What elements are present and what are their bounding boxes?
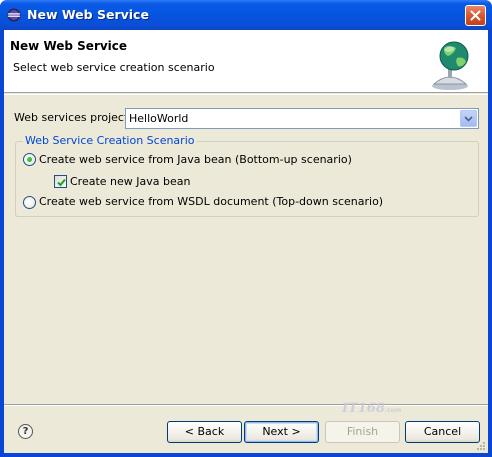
- dialog-body: New Web Service Select web service creat…: [4, 30, 488, 453]
- watermark-logo: IT168.com: [342, 401, 412, 419]
- help-button[interactable]: ?: [18, 424, 33, 439]
- project-label: Web services project:: [14, 111, 132, 124]
- chevron-down-icon: [464, 116, 473, 122]
- dialog-window: New Web Service New Web Service Select w…: [0, 0, 492, 457]
- title-bar[interactable]: New Web Service: [0, 0, 492, 30]
- web-service-globe-icon: [424, 36, 480, 92]
- banner-separator: [4, 94, 488, 95]
- footer-separator-highlight: [4, 405, 488, 406]
- create-java-bean-checkbox[interactable]: [54, 175, 67, 188]
- resize-grip-icon[interactable]: [475, 440, 486, 451]
- close-icon: [470, 10, 481, 21]
- scenario-group-legend: Web Service Creation Scenario: [23, 134, 197, 147]
- create-java-bean-label[interactable]: Create new Java bean: [70, 175, 190, 188]
- finish-button[interactable]: Finish: [325, 421, 400, 443]
- radio-selected-dot: [27, 157, 32, 162]
- banner-title: New Web Service: [10, 39, 128, 53]
- bottom-up-radio[interactable]: [23, 153, 36, 166]
- top-down-label[interactable]: Create web service from WSDL document (T…: [39, 195, 383, 208]
- banner-description: Select web service creation scenario: [13, 61, 215, 74]
- bottom-up-label[interactable]: Create web service from Java bean (Botto…: [39, 153, 352, 166]
- watermark-text: IT168: [342, 401, 385, 416]
- help-icon: ?: [22, 426, 29, 437]
- checkmark-icon: [57, 178, 66, 187]
- project-value: HelloWorld: [129, 112, 189, 125]
- top-down-radio[interactable]: [23, 196, 36, 209]
- cancel-button[interactable]: Cancel: [405, 421, 480, 443]
- next-button[interactable]: Next >: [244, 421, 319, 443]
- close-button[interactable]: [465, 5, 486, 26]
- project-combo[interactable]: HelloWorld: [125, 108, 479, 129]
- eclipse-app-icon: [7, 8, 21, 22]
- back-button[interactable]: < Back: [167, 421, 242, 443]
- scenario-group: Web Service Creation Scenario Create web…: [15, 134, 479, 217]
- watermark-suffix: .com: [384, 407, 402, 414]
- combo-dropdown-button[interactable]: [460, 110, 477, 127]
- wizard-banner: New Web Service Select web service creat…: [4, 30, 488, 93]
- window-title: New Web Service: [27, 7, 149, 22]
